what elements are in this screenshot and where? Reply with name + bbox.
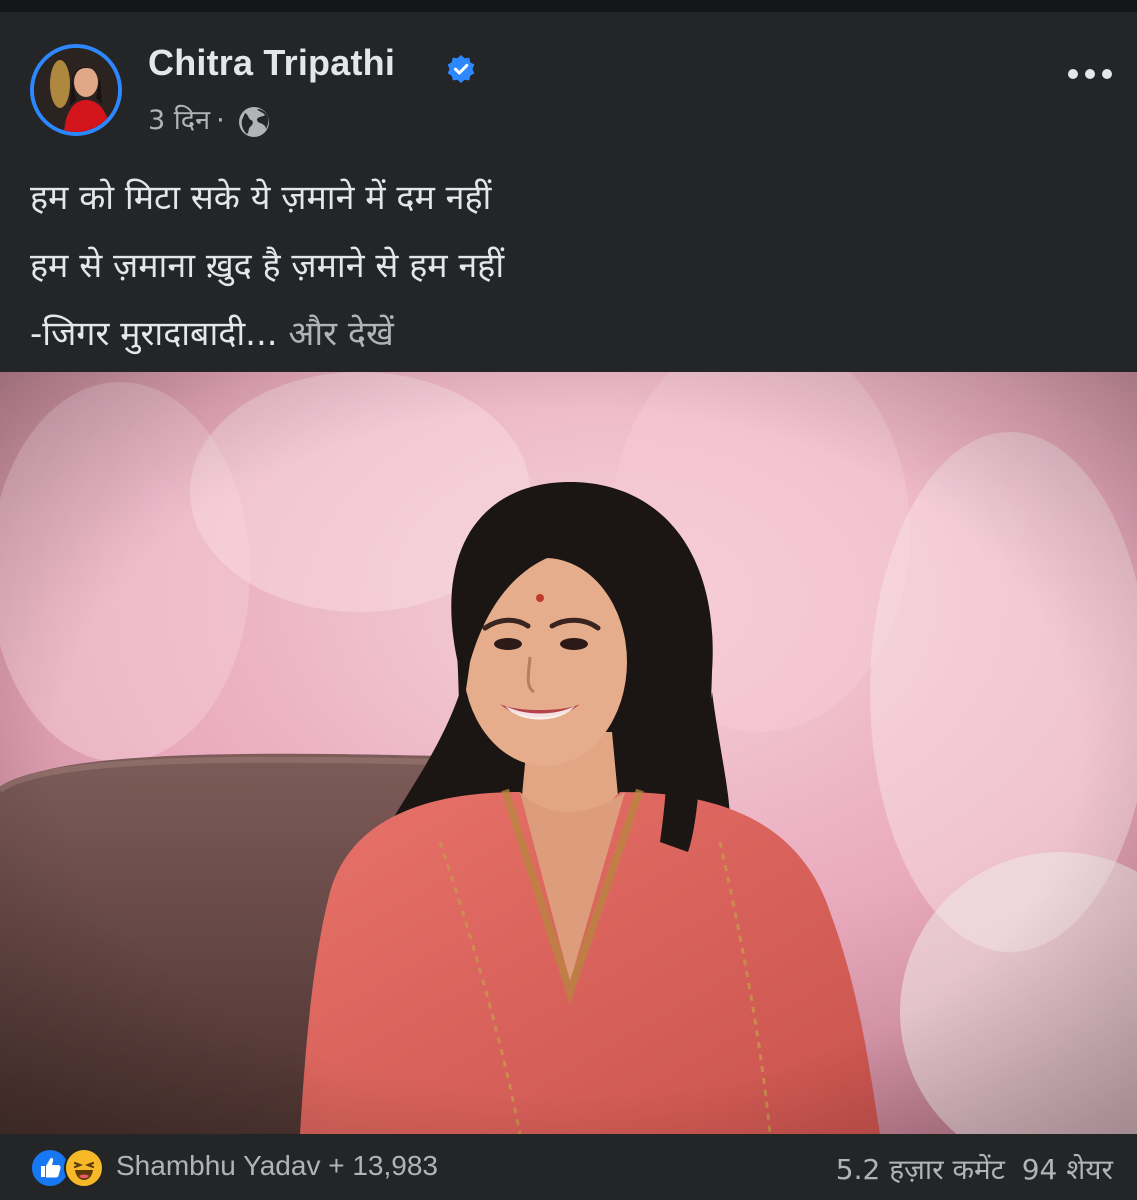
- author-avatar[interactable]: [30, 44, 122, 136]
- woman-portrait-image: [0, 372, 1137, 1134]
- post-header: Chitra Tripathi 3 दिन ·: [0, 12, 1137, 152]
- reaction-summary[interactable]: Shambhu Yadav + 13,983: [116, 1150, 438, 1182]
- reactions-bar: Shambhu Yadav + 13,983 5.2 हज़ार कमेंट 9…: [0, 1134, 1137, 1200]
- haha-reaction-icon: [64, 1148, 104, 1188]
- see-more-link[interactable]: और देखें: [288, 314, 393, 354]
- post-photo[interactable]: [0, 372, 1137, 1134]
- more-options-icon: [1068, 69, 1112, 79]
- verified-badge-icon: [447, 55, 475, 83]
- more-options-button[interactable]: [1062, 56, 1118, 92]
- author-name[interactable]: Chitra Tripathi: [148, 42, 395, 84]
- engagement-counts: 5.2 हज़ार कमेंट 94 शेयर: [828, 1150, 1113, 1188]
- facebook-post: Chitra Tripathi 3 दिन · हम को मिटा सके ये…: [0, 12, 1137, 1200]
- post-timestamp[interactable]: 3 दिन: [148, 100, 210, 137]
- caption-line-1: हम को मिटा सके ये ज़माने में दम नहीं: [30, 178, 492, 218]
- shares-count[interactable]: 94 शेयर: [1022, 1153, 1113, 1186]
- top-edge-bar: [0, 0, 1137, 12]
- caption-line-3: -जिगर मुरादाबादी... और देखें: [30, 300, 1110, 368]
- comments-count[interactable]: 5.2 हज़ार कमेंट: [836, 1153, 1005, 1186]
- globe-icon: [238, 106, 269, 137]
- caption-line-3-text: -जिगर मुरादाबादी...: [30, 314, 278, 354]
- meta-separator: ·: [216, 105, 225, 136]
- caption-line-2: हम से ज़माना ख़ुद है ज़माने से हम नहीं: [30, 246, 505, 286]
- post-meta: 3 दिन ·: [148, 100, 273, 141]
- post-caption: हम को मिटा सके ये ज़माने में दम नहीं हम …: [30, 164, 1110, 368]
- avatar-picture: [34, 48, 118, 132]
